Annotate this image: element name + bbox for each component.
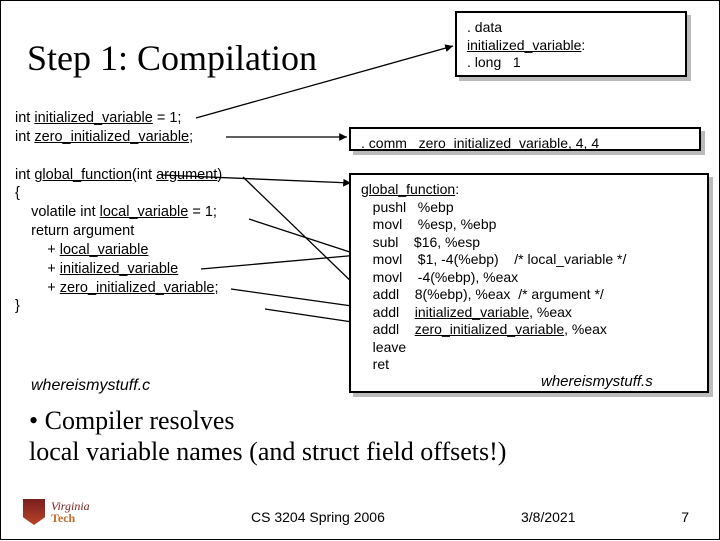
text: : [581, 37, 585, 53]
c-line: + initialized_variable [15, 260, 343, 279]
c-line: int initialized_variable = 1; [15, 109, 343, 128]
slide-title: Step 1: Compilation [27, 37, 317, 79]
asm-line: movl %esp, %ebp [361, 216, 697, 234]
asm-line: global_function: [361, 181, 697, 199]
footer-date: 3/8/2021 [521, 509, 576, 525]
sym: global_function [361, 181, 455, 197]
asm-line: addl zero_initialized_variable, %eax [361, 321, 697, 339]
asm-line: addl 8(%ebp), %eax /* argument */ [361, 286, 697, 304]
c-source: int initialized_variable = 1; int zero_i… [15, 109, 343, 316]
asm-line: pushl %ebp [361, 199, 697, 217]
footer-course: CS 3204 Spring 2006 [251, 509, 385, 525]
c-line: { [15, 184, 343, 203]
c-line [15, 147, 343, 166]
asm-data-line: . long 1 [467, 54, 675, 72]
sym: initialized_variable [415, 304, 529, 320]
text: , 4, 4 [568, 135, 599, 151]
c-line: } [15, 297, 343, 316]
filename-s: whereismystuff.s [541, 373, 653, 390]
asm-func-box: global_function: pushl %ebp movl %esp, %… [349, 173, 709, 393]
c-line: int zero_initialized_variable; [15, 128, 343, 147]
asm-comm-line: . comm zero_initialized_variable, 4, 4 [361, 135, 689, 153]
text: , %eax [529, 304, 572, 320]
c-line: + local_variable [15, 241, 343, 260]
asm-data-box: . data initialized_variable: . long 1 [455, 11, 687, 77]
asm-line: movl -4(%ebp), %eax [361, 269, 697, 287]
asm-data-line: initialized_variable: [467, 37, 675, 55]
c-line: int global_function(int argument) [15, 166, 343, 185]
text: . comm [361, 135, 419, 151]
comment: /* argument */ [518, 286, 604, 302]
sym: zero_initialized_variable [415, 321, 564, 337]
filename-c: whereismystuff.c [31, 377, 150, 395]
c-line: + zero_initialized_variable; [15, 279, 343, 298]
c-line: volatile int local_variable = 1; [15, 203, 343, 222]
sym: zero_initialized_variable [419, 135, 568, 151]
asm-line: subl $16, %esp [361, 234, 697, 252]
footer-page: 7 [681, 509, 689, 525]
asm-line: movl $1, -4(%ebp) /* local_variable */ [361, 251, 697, 269]
text: , %eax [564, 321, 607, 337]
sym: initialized_variable [467, 37, 581, 53]
footer: CS 3204 Spring 2006 3/8/2021 7 [1, 497, 719, 527]
comment: /* local_variable */ [514, 251, 626, 267]
asm-data-line: . data [467, 19, 675, 37]
asm-line: addl initialized_variable, %eax [361, 304, 697, 322]
text: addl [361, 304, 415, 320]
text: : [455, 181, 459, 197]
text: addl 8(%ebp), %eax [361, 286, 518, 302]
c-line: return argument [15, 222, 343, 241]
asm-comm-box: . comm zero_initialized_variable, 4, 4 [349, 127, 701, 151]
bullet-text: • Compiler resolves local variable names… [29, 405, 506, 467]
text: addl [361, 321, 415, 337]
asm-line: leave [361, 339, 697, 357]
asm-line: ret [361, 356, 697, 374]
text: movl $1, -4(%ebp) [361, 251, 514, 267]
